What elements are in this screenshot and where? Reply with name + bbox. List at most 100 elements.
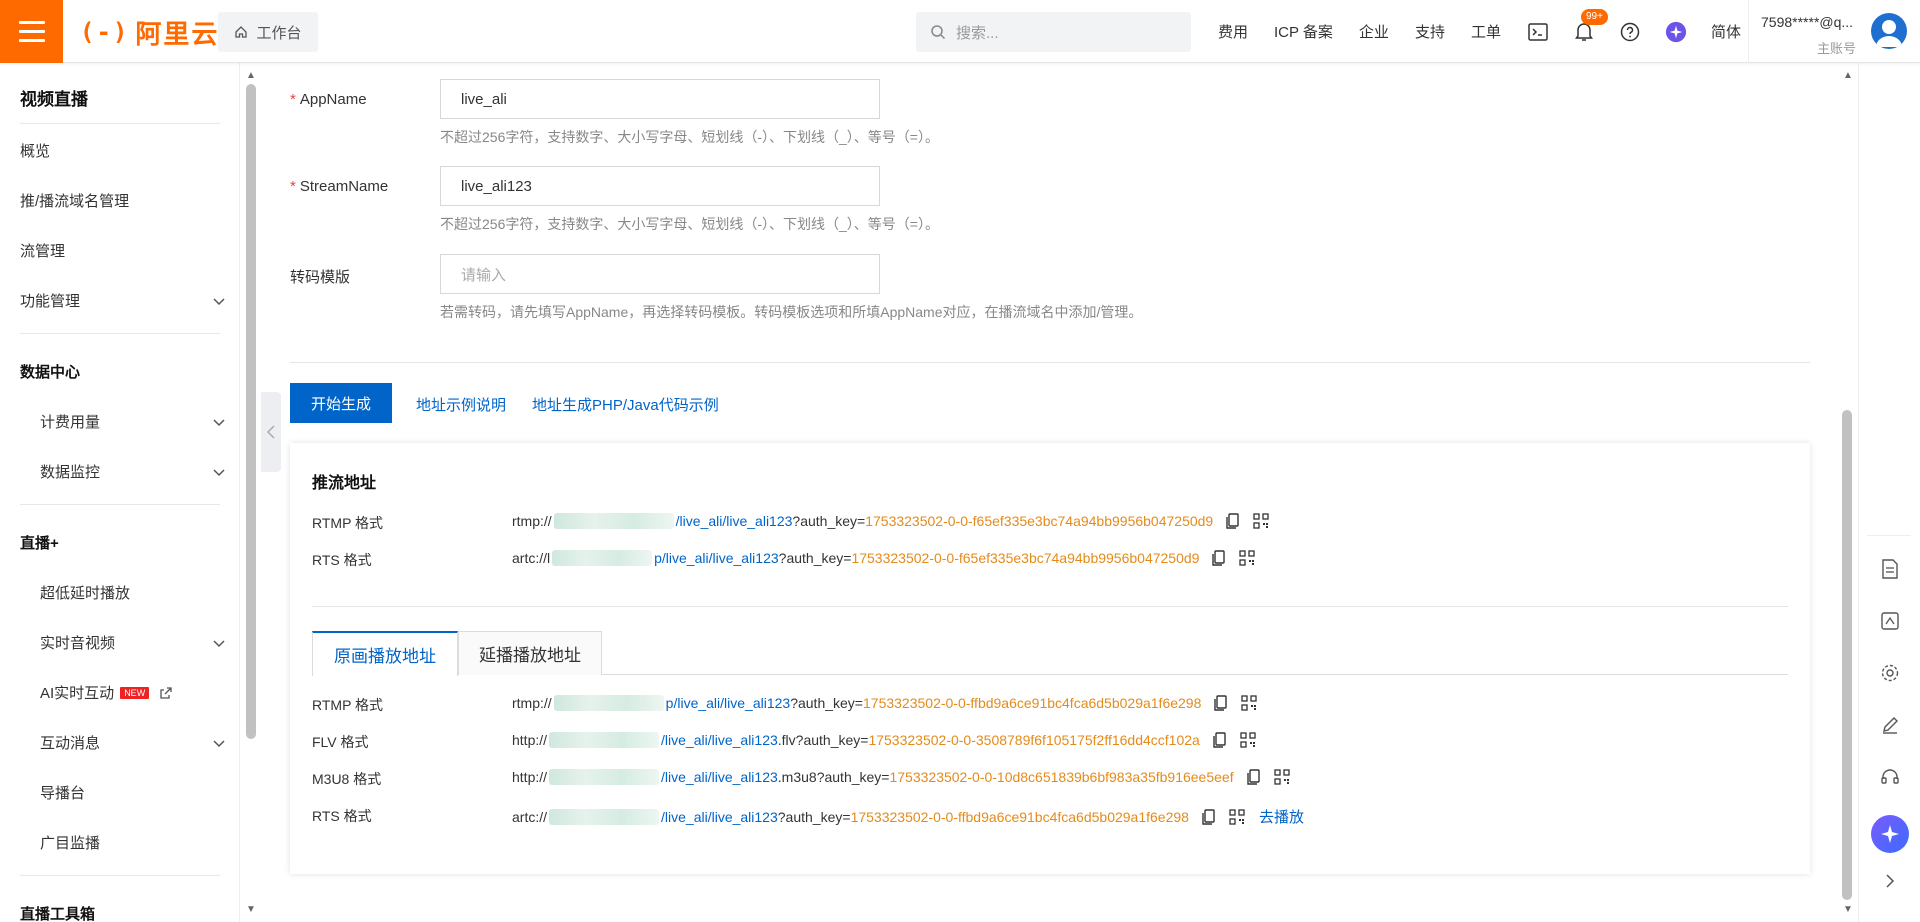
search-icon — [931, 25, 946, 40]
push-rts-url[interactable]: artc://l p/live_ali/live_ali123 ?auth_key=… — [512, 550, 1256, 566]
sidebar-item-feature-management[interactable]: 功能管理 — [20, 290, 226, 311]
menu-button[interactable] — [0, 0, 63, 63]
sidebar-item-domain-management[interactable]: 推/播流域名管理 — [20, 190, 226, 211]
ai-assistant-button[interactable] — [1871, 815, 1909, 853]
transcode-template-input[interactable]: 请输入 — [440, 254, 880, 294]
new-badge: NEW — [120, 686, 150, 699]
play-m3u8-url[interactable]: http:// /live_ali/live_ali123 .m3u8?auth_k… — [512, 769, 1290, 785]
sidebar-item-billing-usage[interactable]: 计费用量 — [40, 411, 226, 432]
label-text: StreamName — [299, 178, 389, 195]
play-rts-label: RTS 格式 — [312, 808, 372, 824]
stream-name-label: * StreamName — [290, 178, 388, 195]
avatar[interactable] — [1871, 13, 1907, 49]
aliyun-logo[interactable]: (-) 阿里云 — [80, 17, 219, 49]
masked-domain — [549, 769, 660, 785]
api-icon[interactable] — [1877, 608, 1903, 634]
tab-delayed-play[interactable]: 延播播放地址 — [458, 631, 602, 675]
masked-domain — [549, 808, 660, 825]
app-name-input[interactable]: live_ali — [440, 79, 880, 119]
copy-icon[interactable] — [1201, 808, 1217, 825]
nav-billing[interactable]: 费用 — [1218, 21, 1248, 42]
stream-name-input[interactable]: live_ali123 — [440, 166, 880, 206]
external-link-icon — [160, 686, 172, 699]
code-example-link[interactable]: 地址生成PHP/Java代码示例 — [532, 394, 719, 415]
chevron-down-icon — [213, 297, 225, 305]
help-icon[interactable] — [1619, 21, 1641, 43]
sidebar-item-label: 导播台 — [40, 785, 86, 802]
sidebar-item-overview[interactable]: 概览 — [20, 140, 226, 161]
sidebar-divider — [20, 333, 220, 334]
headset-icon[interactable] — [1877, 764, 1903, 790]
nav-support[interactable]: 支持 — [1415, 21, 1445, 42]
ai-assistant-icon[interactable] — [1665, 21, 1687, 43]
edit-icon[interactable] — [1877, 712, 1903, 738]
sidebar-divider — [20, 504, 220, 505]
sidebar-scrollbar[interactable] — [246, 84, 256, 739]
url-query: ?auth_key= — [777, 808, 851, 825]
push-rtmp-url[interactable]: rtmp:// /live_ali/live_ali123 ?auth_key= 17… — [512, 513, 1269, 529]
chevron-right-icon[interactable] — [1877, 868, 1903, 894]
nav-icp[interactable]: ICP 备案 — [1274, 21, 1333, 42]
transcode-template-hint: 若需转码，请先填写AppName，再选择转码模板。转码模板选项和所填AppNam… — [440, 304, 1143, 320]
bell-icon[interactable]: 99+ — [1573, 8, 1608, 43]
go-play-link[interactable]: 去播放 — [1259, 806, 1304, 827]
copy-icon[interactable] — [1211, 550, 1227, 566]
main-scroll-down-icon[interactable]: ▼ — [1843, 904, 1853, 915]
auth-key: 1753323502-0-0-10d8c651839b6bf983a35fb91… — [889, 769, 1234, 785]
play-rtmp-url[interactable]: rtmp:// p/live_ali/live_ali123 ?auth_key= 1… — [512, 695, 1258, 711]
sidebar-group-live-plus: 直播+ — [20, 535, 59, 552]
notification-badge: 99+ — [1580, 8, 1608, 25]
sidebar-divider — [20, 123, 220, 124]
auth-key: 1753323502-0-0-3508789f6f105175f2ff16dd4… — [868, 732, 1200, 748]
document-icon[interactable] — [1877, 556, 1903, 582]
url-scheme: artc:// — [512, 808, 548, 825]
scroll-down-arrow-icon[interactable]: ▼ — [246, 904, 256, 915]
language-switch[interactable]: 简体 — [1711, 21, 1741, 42]
play-rts-url[interactable]: artc:// /live_ali/live_ali123 ?auth_key= 17… — [512, 806, 1304, 827]
sidebar-item-label: 超低延时播放 — [40, 585, 131, 602]
qrcode-icon[interactable] — [1241, 695, 1258, 711]
play-flv-url[interactable]: http:// /live_ali/live_ali123 .flv?auth_ke… — [512, 732, 1256, 748]
sidebar-item-low-latency[interactable]: 超低延时播放 — [40, 582, 226, 603]
chevron-down-icon — [213, 639, 225, 647]
nav-ticket[interactable]: 工单 — [1471, 21, 1501, 42]
sidebar-item-ai-interact[interactable]: AI实时互动 NEW — [40, 682, 226, 703]
copy-icon[interactable] — [1225, 513, 1241, 529]
url-query: ?auth_key= — [778, 550, 852, 566]
qrcode-icon[interactable] — [1229, 808, 1245, 825]
qrcode-icon[interactable] — [1273, 769, 1290, 785]
tab-original-play[interactable]: 原画播放地址 — [312, 631, 458, 676]
chevron-down-icon — [213, 418, 225, 426]
address-example-link[interactable]: 地址示例说明 — [416, 394, 506, 415]
copy-icon[interactable] — [1213, 695, 1229, 711]
sidebar-item-monitor-review[interactable]: 广目监播 — [40, 832, 226, 853]
masked-domain — [553, 513, 674, 529]
scroll-up-arrow-icon[interactable]: ▲ — [246, 70, 256, 81]
sidebar: 视频直播 概览 推/播流域名管理 流管理 功能管理 数据中心 计费用量 数据监控… — [0, 63, 240, 922]
qrcode-icon[interactable] — [1253, 513, 1269, 529]
sidebar-item-data-monitor[interactable]: 数据监控 — [40, 461, 226, 482]
qrcode-icon[interactable] — [1239, 550, 1256, 566]
sidebar-item-director[interactable]: 导播台 — [40, 782, 226, 803]
top-bar: (-) 阿里云 工作台 搜索... 费用 ICP 备案 企业 支持 工单 99+… — [0, 0, 1920, 63]
sidebar-item-interact-message[interactable]: 互动消息 — [40, 732, 226, 753]
qrcode-icon[interactable] — [1240, 732, 1256, 748]
sidebar-item-rtc[interactable]: 实时音视频 — [40, 632, 226, 653]
copy-icon[interactable] — [1212, 732, 1228, 748]
search-input[interactable]: 搜索... — [916, 12, 1191, 52]
copy-icon[interactable] — [1246, 769, 1262, 785]
url-scheme: http:// — [512, 732, 548, 748]
url-path: p/live_ali/live_ali123 — [654, 550, 779, 566]
sidebar-divider — [20, 875, 220, 876]
nav-enterprise[interactable]: 企业 — [1359, 21, 1389, 42]
terminal-icon[interactable] — [1527, 21, 1549, 43]
gear-icon[interactable] — [1877, 660, 1903, 686]
account-menu[interactable]: 7598*****@q... 主账号 — [1748, 0, 1864, 63]
main-scroll-up-icon[interactable]: ▲ — [1843, 70, 1853, 81]
workbench-button[interactable]: 工作台 — [218, 12, 318, 52]
generate-button[interactable]: 开始生成 — [290, 383, 392, 423]
sidebar-item-stream-management[interactable]: 流管理 — [20, 240, 226, 261]
url-query: ?auth_key= — [792, 513, 866, 529]
main-scrollbar[interactable] — [1842, 410, 1852, 900]
push-address-title: 推流地址 — [312, 475, 377, 492]
